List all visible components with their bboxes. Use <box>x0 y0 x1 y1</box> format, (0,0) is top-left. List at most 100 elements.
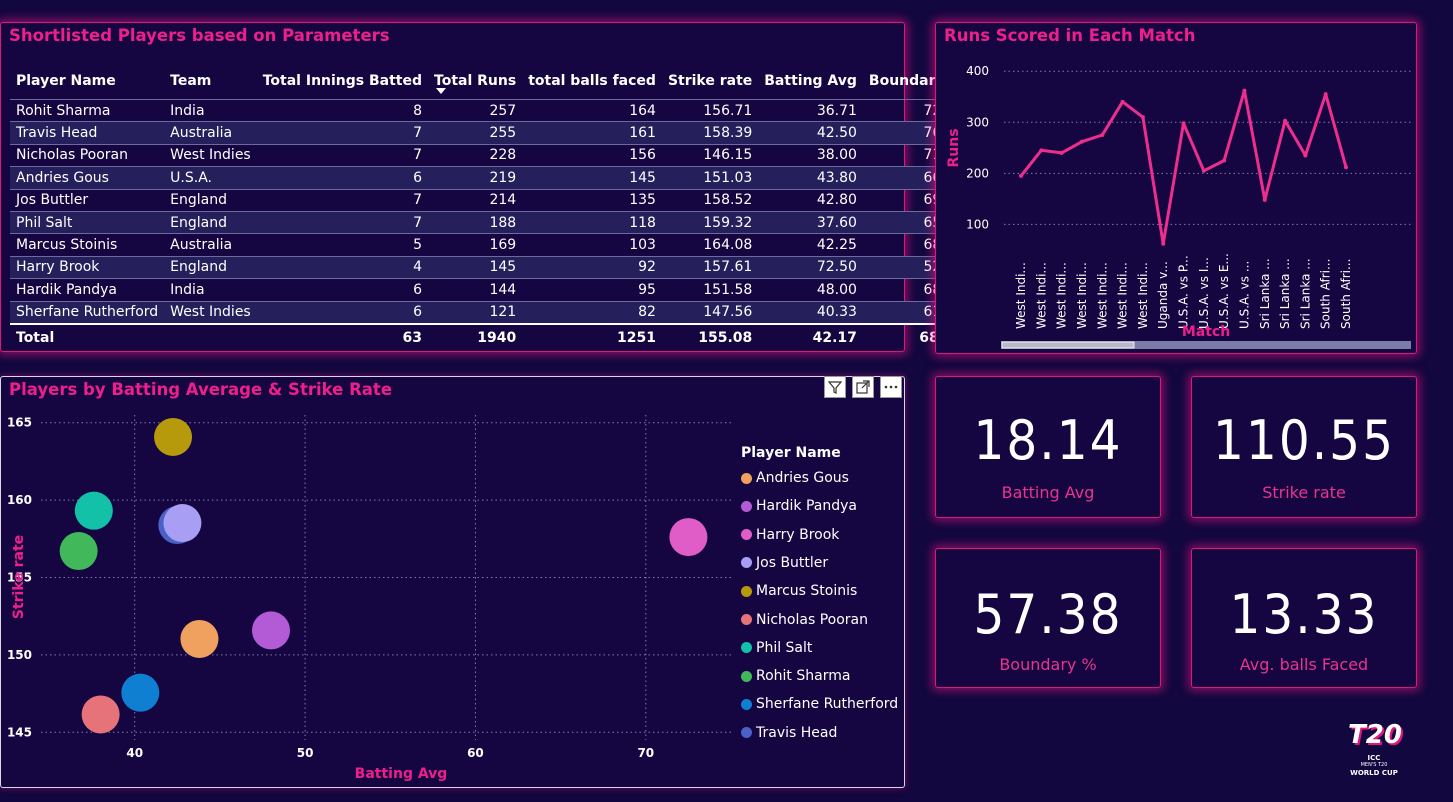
runs-data-point[interactable] <box>1100 133 1105 138</box>
cell-player-name: Phil Salt <box>10 210 165 234</box>
x-tick-label: West Indi... <box>1014 262 1028 329</box>
column-header-total-runs[interactable]: Total Runs <box>428 73 522 100</box>
runs-data-point[interactable] <box>1344 165 1348 170</box>
x-axis-title: Match <box>1182 324 1230 340</box>
runs-data-point[interactable] <box>1140 115 1145 120</box>
runs-data-point[interactable] <box>1201 168 1206 173</box>
cell-total-runs: 255 <box>428 121 523 145</box>
runs-series-line[interactable] <box>1019 89 1348 246</box>
legend-marker-icon <box>741 698 752 710</box>
kpi-card-batting-avg: 18.14 Batting Avg <box>935 376 1161 518</box>
cell-total-runs: 169 <box>428 233 523 257</box>
legend-item[interactable]: Travis Head <box>741 725 837 741</box>
bubble-sherfane-rutherford[interactable] <box>121 673 160 712</box>
legend-label: Rohit Sharma <box>756 668 851 685</box>
filter-icon <box>827 381 843 394</box>
kpi-card-strike-rate: 110.55 Strike rate <box>1191 376 1417 518</box>
legend-item[interactable]: Phil Salt <box>741 640 812 656</box>
bubble-nicholas-pooran[interactable] <box>81 695 120 734</box>
runs-data-point[interactable] <box>1222 158 1227 163</box>
total-cell-total-runs: 1940 <box>428 322 523 351</box>
scrollbar-thumb[interactable] <box>1001 341 1135 349</box>
runs-data-point[interactable] <box>1059 150 1064 155</box>
runs-data-point[interactable] <box>1079 139 1084 144</box>
cell-batting-avg: 72.50 <box>758 255 863 279</box>
cell-batting-avg: 40.33 <box>758 300 863 324</box>
kpi-label-batting-avg: Batting Avg <box>1001 483 1095 502</box>
cell-team: Australia <box>164 121 257 145</box>
x-tick-label: 50 <box>297 746 314 760</box>
table-row[interactable]: Travis HeadAustralia7255161158.3942.5076… <box>10 121 970 145</box>
bubble-jos-buttler[interactable] <box>163 504 202 543</box>
runs-data-point[interactable] <box>1283 118 1288 123</box>
x-tick-label: Sri Lanka ... <box>1278 258 1292 329</box>
cell-strike-rate: 164.08 <box>661 233 759 257</box>
legend-item[interactable]: Nicholas Pooran <box>741 612 868 628</box>
bubble-harry-brook[interactable] <box>669 518 708 557</box>
cell-balls-faced: 161 <box>522 121 662 145</box>
runs-data-point[interactable] <box>1161 241 1166 246</box>
legend-item[interactable]: Andries Gous <box>741 470 849 486</box>
y-tick-label: 160 <box>7 493 32 507</box>
bubble-marcus-stoinis[interactable] <box>154 417 193 456</box>
table-row[interactable]: Marcus Stoinis Australia 5 169 103 164.08 42.2… <box>10 233 970 257</box>
column-header-innings[interactable]: Total Innings Batted <box>257 73 428 100</box>
x-tick-label: West Indi... <box>1116 262 1130 329</box>
cell-innings: 8 <box>256 98 429 122</box>
bubble-phil-salt[interactable] <box>74 491 113 530</box>
table-row[interactable]: Hardik PandyaIndia614495151.5848.0068.06 <box>10 278 970 302</box>
legend-marker-icon <box>741 557 752 569</box>
runs-data-point[interactable] <box>1323 92 1328 97</box>
legend-item[interactable]: Jos Buttler <box>741 555 828 571</box>
table-row[interactable]: Jos ButtlerEngland7214135158.5242.8069.1… <box>10 188 970 212</box>
column-header-balls-faced[interactable]: total balls faced <box>522 73 662 100</box>
x-axis-title: Batting Avg <box>355 766 448 782</box>
table-row[interactable]: Andries GousU.S.A.6219145151.0343.8066.6… <box>10 166 970 190</box>
runs-data-point[interactable] <box>1303 153 1308 158</box>
legend-marker-icon <box>741 500 752 512</box>
runs-data-point[interactable] <box>1262 197 1267 202</box>
filter-button[interactable] <box>824 376 846 398</box>
x-tick-label: 70 <box>637 746 654 760</box>
cell-team: West Indies <box>164 300 257 324</box>
table-row[interactable]: Sherfane Rutherford West Indies 6 121 82 147.… <box>10 300 970 324</box>
runs-data-point[interactable] <box>1039 148 1044 153</box>
table-row[interactable]: Rohit SharmaIndia8257164156.7136.7172.37 <box>10 98 970 122</box>
runs-data-point[interactable] <box>1181 121 1186 126</box>
kpi-card-balls-faced: 13.33 Avg. balls Faced <box>1191 548 1417 688</box>
y-tick-label: 145 <box>7 725 32 739</box>
line-chart: 100 200 300 400 Runs West Indi... West Indi...… <box>946 64 1411 349</box>
column-header-player-name[interactable]: Player Name <box>10 73 164 100</box>
y-tick-label: 100 <box>966 217 989 231</box>
legend-item[interactable]: Marcus Stoinis <box>741 583 857 599</box>
runs-data-point[interactable] <box>1019 173 1023 178</box>
cell-team: U.S.A. <box>164 166 257 190</box>
column-header-strike-rate[interactable]: Strike rate <box>662 73 758 100</box>
x-tick-label: South Afri... <box>1339 259 1353 329</box>
cell-innings: 7 <box>256 188 429 212</box>
bubble-hardik-pandya[interactable] <box>252 611 290 650</box>
legend-label: Hardik Pandya <box>756 498 857 515</box>
column-header-team[interactable]: Team <box>164 73 257 100</box>
table-row[interactable]: Nicholas Pooran West Indies 7 228 156 146.15 3… <box>10 143 970 167</box>
runs-data-point[interactable] <box>1242 88 1247 93</box>
legend-item[interactable]: Sherfane Rutherford <box>741 696 898 712</box>
cell-player-name: Travis Head <box>10 121 165 145</box>
table-row[interactable]: Phil SaltEngland7188118159.3237.6065.96 <box>10 210 970 234</box>
focus-mode-button[interactable] <box>852 376 874 398</box>
table-row[interactable]: Harry BrookEngland414592157.6172.5052.41 <box>10 255 970 279</box>
focus-mode-icon <box>856 380 870 394</box>
bubble-rohit-sharma[interactable] <box>59 532 98 571</box>
cell-total-runs: 219 <box>428 166 523 190</box>
bubble-andries-gous[interactable] <box>180 619 219 658</box>
legend-item[interactable]: Hardik Pandya <box>741 498 857 514</box>
more-options-button[interactable] <box>880 376 902 398</box>
column-header-batting-avg[interactable]: Batting Avg <box>758 73 863 100</box>
line-chart-panel: Runs Scored in Each Match 100 200 300 400 Ru… <box>935 22 1417 354</box>
legend-item[interactable]: Rohit Sharma <box>741 668 850 684</box>
legend-label: Sherfane Rutherford <box>756 696 899 713</box>
cell-innings: 7 <box>256 210 429 234</box>
runs-data-point[interactable] <box>1120 99 1125 104</box>
cell-innings: 6 <box>256 166 429 190</box>
legend-item[interactable]: Harry Brook <box>741 527 839 543</box>
